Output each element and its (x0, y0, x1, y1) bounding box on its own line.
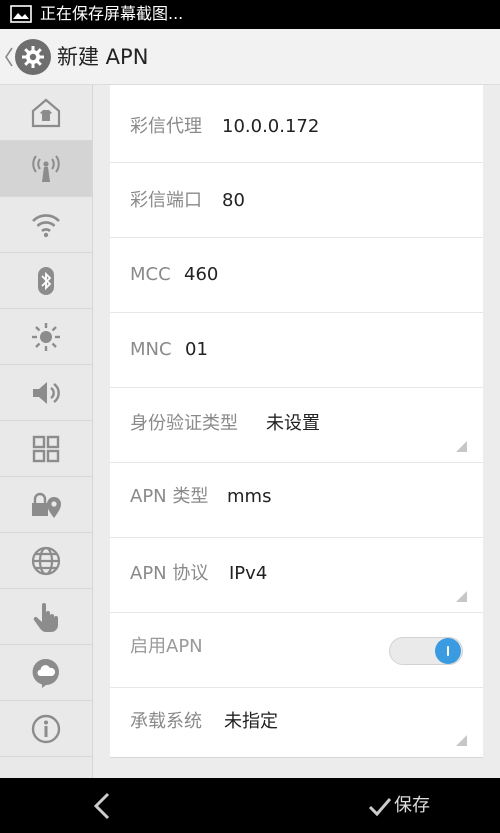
sidebar-item-language[interactable] (0, 533, 92, 589)
save-button[interactable]: 保存 (368, 792, 448, 822)
cloud-icon (32, 658, 59, 688)
row-label: APN 类型 (130, 486, 209, 507)
settings-app-icon[interactable] (15, 39, 51, 75)
gear-icon (22, 46, 44, 68)
save-label: 保存 (394, 795, 430, 816)
row-value: 未设置 (266, 413, 320, 434)
antenna-icon (32, 155, 60, 182)
info-icon (31, 714, 61, 744)
sidebar (0, 85, 93, 778)
wifi-icon (32, 214, 60, 238)
sidebar-item-home[interactable] (0, 85, 92, 141)
row-apn-protocol[interactable]: APN 协议 IPv4 (110, 538, 483, 613)
row-value: 未指定 (224, 711, 278, 732)
row-label: MNC (130, 339, 172, 360)
row-mms-port[interactable]: 彩信端口 80 (110, 163, 483, 238)
lock-location-icon (32, 492, 61, 518)
dropdown-indicator-icon (456, 735, 467, 746)
status-bar: 正在保存屏幕截图... (0, 0, 500, 29)
toggle-knob (435, 638, 461, 664)
chevron-left-icon[interactable] (4, 46, 14, 68)
row-mms-proxy[interactable]: 彩信代理 10.0.0.172 (110, 88, 483, 163)
sidebar-item-sound[interactable] (0, 365, 92, 421)
navigation-bar: 保存 (0, 778, 500, 833)
row-value: 01 (185, 339, 208, 360)
back-icon[interactable] (92, 792, 112, 820)
row-value: IPv4 (229, 563, 268, 584)
home-icon (31, 98, 61, 128)
row-label: 彩信代理 (130, 116, 202, 137)
row-apn-type[interactable]: APN 类型 mms (110, 463, 483, 538)
row-value: 80 (222, 190, 245, 211)
row-mnc[interactable]: MNC 01 (110, 313, 483, 388)
sidebar-item-display[interactable] (0, 309, 92, 365)
row-value: mms (227, 486, 272, 507)
row-bearer[interactable]: 承载系统 未指定 (110, 688, 483, 758)
brightness-icon (32, 323, 60, 351)
content-area: 彩信代理 10.0.0.172 彩信端口 80 MCC 460 MNC 01 身… (93, 85, 500, 778)
globe-icon (31, 546, 61, 576)
action-bar: 新建 APN (0, 29, 500, 85)
sidebar-item-wifi[interactable] (0, 197, 92, 253)
row-mcc[interactable]: MCC 460 (110, 238, 483, 313)
volume-icon (33, 382, 60, 404)
image-icon (10, 5, 32, 23)
row-value: 460 (184, 264, 219, 285)
row-label: 启用APN (130, 636, 203, 657)
bluetooth-icon (38, 267, 54, 295)
row-label: 身份验证类型 (130, 413, 238, 434)
row-auth-type[interactable]: 身份验证类型 未设置 (110, 388, 483, 463)
row-label: APN 协议 (130, 563, 209, 584)
page-title: 新建 APN (57, 45, 149, 69)
apn-form: 彩信代理 10.0.0.172 彩信端口 80 MCC 460 MNC 01 身… (110, 85, 483, 758)
row-label: MCC (130, 264, 171, 285)
checkmark-icon (368, 798, 392, 817)
row-enable-apn: 启用APN (110, 613, 483, 688)
sidebar-item-bluetooth[interactable] (0, 253, 92, 309)
dropdown-indicator-icon (456, 441, 467, 452)
enable-apn-toggle[interactable] (389, 637, 463, 665)
sidebar-item-about[interactable] (0, 701, 92, 757)
sidebar-item-cloud[interactable] (0, 645, 92, 701)
sidebar-item-mobile-network[interactable] (0, 141, 92, 197)
sidebar-item-apps[interactable] (0, 421, 92, 477)
row-label: 彩信端口 (130, 190, 202, 211)
sidebar-item-security-location[interactable] (0, 477, 92, 533)
sidebar-item-gestures[interactable] (0, 589, 92, 645)
hand-icon (33, 603, 58, 632)
dropdown-indicator-icon (456, 591, 467, 602)
row-value: 10.0.0.172 (222, 116, 320, 137)
notification-text: 正在保存屏幕截图... (40, 4, 184, 23)
row-label: 承载系统 (130, 711, 202, 732)
apps-grid-icon (32, 435, 60, 463)
